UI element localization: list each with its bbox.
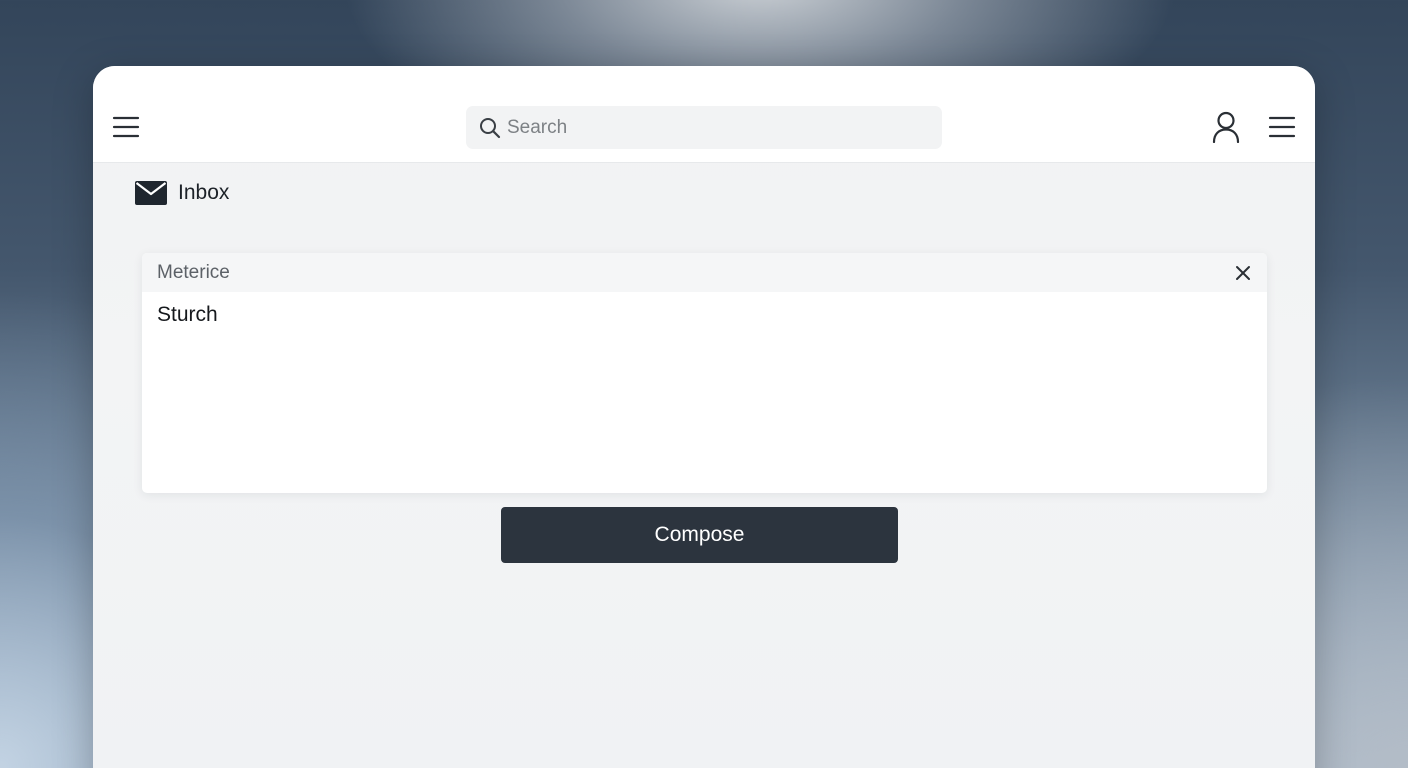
close-button[interactable] [1231,261,1255,285]
compose-card-header: Meterice [142,253,1267,292]
menu-button-right[interactable] [1265,110,1299,144]
app-window: Inbox Meterice Sturch Compose [93,66,1315,768]
hamburger-menu-icon [112,116,140,138]
compose-button[interactable]: Compose [501,507,898,563]
user-icon [1212,111,1240,143]
account-button[interactable] [1209,109,1243,145]
subject-text: Meterice [157,262,230,283]
search-icon [480,118,501,139]
close-icon [1236,266,1250,280]
nav-item-inbox[interactable]: Inbox [135,178,229,208]
search-bar[interactable] [466,106,942,149]
envelope-icon [135,181,167,205]
search-input[interactable] [507,106,927,149]
menu-button-left[interactable] [109,110,143,144]
compose-card: Meterice Sturch [142,253,1267,493]
top-bar [93,66,1315,163]
message-body-field[interactable]: Sturch [157,303,1247,473]
hamburger-menu-icon [1268,116,1296,138]
nav-item-inbox-label: Inbox [178,181,230,204]
